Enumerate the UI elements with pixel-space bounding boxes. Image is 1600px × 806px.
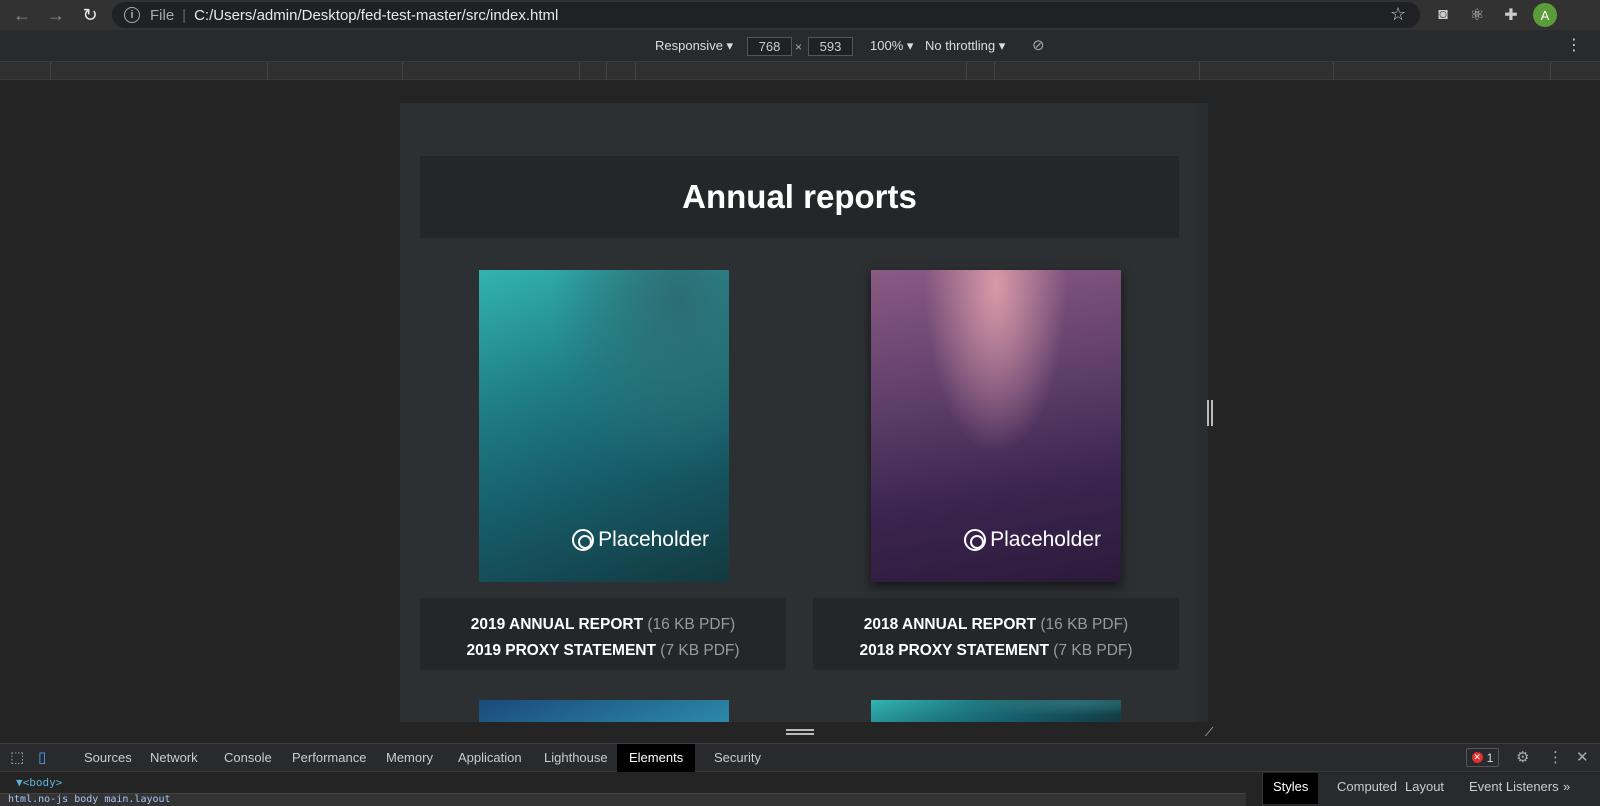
- report-cover-next-left[interactable]: [479, 700, 729, 722]
- tab-lighthouse[interactable]: Lighthouse: [532, 744, 620, 772]
- throttling-select-label: No throttling: [925, 38, 996, 53]
- forward-button[interactable]: →: [40, 0, 72, 30]
- breadcrumb: html.no-js body main.layout: [0, 793, 1246, 806]
- report-cover-2019[interactable]: Placeholder: [479, 270, 729, 582]
- more-tabs-icon[interactable]: »: [1553, 773, 1580, 804]
- error-count: 1: [1486, 750, 1494, 765]
- cover-logo: Placeholder: [964, 528, 1101, 552]
- devtools-panel: ⬚ ▯ Sources Network Console Performance Memo…: [0, 743, 1600, 806]
- annual-report-title: 2018 ANNUAL REPORT: [863, 616, 1037, 633]
- fingerprint-icon: [964, 529, 987, 551]
- error-counter[interactable]: ✕ 1: [1466, 748, 1499, 767]
- devtools-more-icon[interactable]: ⋮: [1548, 748, 1563, 766]
- arrow-left-icon: ←: [13, 4, 31, 25]
- inspect-element-icon[interactable]: ⬚: [10, 748, 24, 766]
- tab-security[interactable]: Security: [702, 744, 773, 772]
- tab-sources[interactable]: Sources: [72, 744, 144, 772]
- body-node[interactable]: ▼<body>: [16, 776, 62, 789]
- cover-brand: Placeholder: [990, 528, 1101, 551]
- url-text[interactable]: C:/Users/admin/Desktop/fed-test-master/s…: [194, 7, 558, 24]
- throttling-select[interactable]: No throttling ▾: [925, 38, 1005, 54]
- report-cover-next-right[interactable]: [871, 700, 1121, 722]
- address-bar[interactable]: i File | C:/Users/admin/Desktop/fed-test…: [112, 2, 1420, 28]
- devtools-tab-bar: ⬚ ▯ Sources Network Console Performance Memo…: [0, 744, 1600, 772]
- rotate-icon[interactable]: ⊘: [1032, 36, 1045, 54]
- browser-toolbar: ← → ↻ i File | C:/Users/admin/Desktop/fe…: [0, 0, 1600, 30]
- error-icon: ✕: [1471, 752, 1483, 763]
- proxy-statement-meta: (7 KB PDF): [660, 642, 740, 659]
- fingerprint-icon: [572, 529, 595, 551]
- tab-elements[interactable]: Elements: [617, 744, 696, 772]
- camera-icon[interactable]: ◙: [1432, 4, 1454, 26]
- elements-tree: ▼<body> html.no-js body main.layout: [0, 773, 1262, 806]
- proxy-statement-meta: (7 KB PDF): [1053, 642, 1133, 659]
- arrow-right-icon: →: [47, 4, 65, 25]
- reload-button[interactable]: ↻: [74, 0, 106, 30]
- extensions-puzzle-icon[interactable]: ✚: [1500, 4, 1522, 26]
- info-icon[interactable]: i: [124, 7, 140, 23]
- breadcrumb-text[interactable]: html.no-js body main.layout: [8, 794, 171, 805]
- report-links-2019: 2019 ANNUAL REPORT (16 KB PDF) 2019 PROX…: [420, 598, 786, 670]
- viewport-height-input[interactable]: [808, 37, 853, 56]
- viewport-resize-handle-bottom[interactable]: [786, 729, 814, 735]
- proxy-statement-title: 2018 PROXY STATEMENT: [859, 642, 1049, 659]
- device-toggle-icon[interactable]: ▯: [38, 748, 46, 766]
- page-header: Annual reports: [420, 156, 1179, 238]
- report-cover-2018[interactable]: Placeholder: [871, 270, 1121, 582]
- device-select[interactable]: Responsive ▾: [655, 38, 733, 54]
- annual-report-link-2018[interactable]: 2018 ANNUAL REPORT (16 KB PDF): [813, 612, 1179, 638]
- zoom-select[interactable]: 100% ▾: [870, 38, 913, 54]
- styles-tab-layout[interactable]: Layout: [1395, 773, 1454, 804]
- cover-logo: Placeholder: [572, 528, 709, 552]
- annual-report-link-2019[interactable]: 2019 ANNUAL REPORT (16 KB PDF): [420, 612, 786, 638]
- cover-brand: Placeholder: [598, 528, 709, 551]
- profile-avatar[interactable]: A: [1533, 3, 1557, 27]
- media-query-bar[interactable]: [0, 62, 1600, 80]
- proxy-statement-link-2018[interactable]: 2018 PROXY STATEMENT (7 KB PDF): [813, 638, 1179, 664]
- device-toolbar: Responsive ▾ × 100% ▾ No throttling ▾ ⊘ …: [0, 30, 1600, 62]
- page-title: Annual reports: [682, 178, 917, 215]
- tab-memory[interactable]: Memory: [374, 744, 445, 772]
- proxy-statement-title: 2019 PROXY STATEMENT: [466, 642, 656, 659]
- dimension-times: ×: [795, 40, 803, 54]
- tab-network[interactable]: Network: [138, 744, 210, 772]
- tab-performance[interactable]: Performance: [280, 744, 378, 772]
- proxy-statement-link-2019[interactable]: 2019 PROXY STATEMENT (7 KB PDF): [420, 638, 786, 664]
- page-viewport: Annual reports Placeholder 2019 ANNUAL R…: [400, 103, 1208, 722]
- device-more-icon[interactable]: ⋮: [1566, 35, 1582, 55]
- styles-tab-styles[interactable]: Styles: [1263, 773, 1319, 804]
- viewport-resize-corner-icon[interactable]: ⟋: [1205, 725, 1217, 739]
- separator: |: [182, 6, 187, 24]
- annual-report-meta: (16 KB PDF): [1040, 616, 1129, 633]
- device-select-label: Responsive: [655, 38, 723, 53]
- viewport-resize-handle-right[interactable]: [1207, 400, 1213, 426]
- react-devtools-icon[interactable]: ⚛: [1466, 4, 1488, 26]
- annual-report-meta: (16 KB PDF): [647, 616, 736, 633]
- close-icon[interactable]: ✕: [1576, 748, 1589, 766]
- annual-report-title: 2019 ANNUAL REPORT: [470, 616, 644, 633]
- viewport-width-input[interactable]: [747, 37, 792, 56]
- report-links-2018: 2018 ANNUAL REPORT (16 KB PDF) 2018 PROX…: [813, 598, 1179, 670]
- reload-icon: ↻: [82, 4, 98, 25]
- zoom-select-label: 100%: [870, 38, 904, 53]
- file-label: File: [150, 6, 175, 24]
- tab-application[interactable]: Application: [446, 744, 534, 772]
- tab-console[interactable]: Console: [212, 744, 284, 772]
- bookmark-star-icon[interactable]: ☆: [1390, 4, 1406, 25]
- back-button[interactable]: ←: [6, 0, 38, 30]
- settings-gear-icon[interactable]: ⚙: [1516, 748, 1529, 766]
- styles-pane-tabs: Styles Computed Layout Event Listeners »: [1262, 773, 1600, 806]
